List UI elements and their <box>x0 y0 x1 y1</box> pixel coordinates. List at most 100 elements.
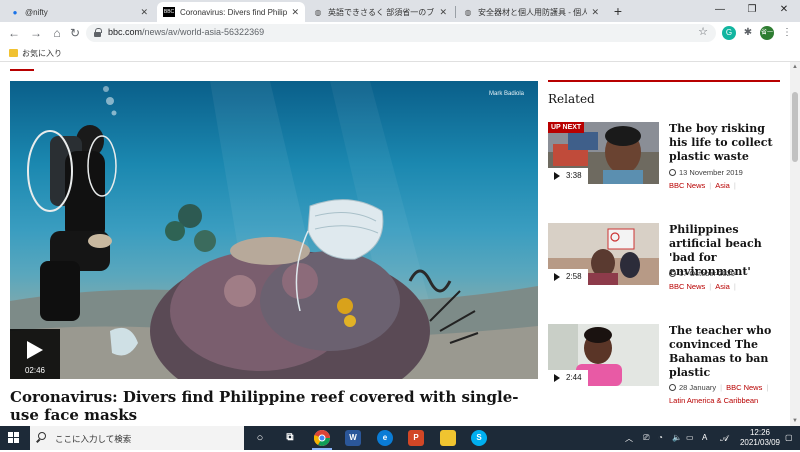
photo-credit: Mark Badiola <box>488 91 524 97</box>
tab-divider <box>455 6 456 18</box>
play-icon <box>554 374 560 382</box>
ime-indicator[interactable]: A <box>702 433 707 442</box>
cortana-icon[interactable]: ○ <box>252 430 268 446</box>
scroll-up-icon[interactable]: ▲ <box>792 64 798 70</box>
related-tags: BBC News | Asia | <box>669 181 736 190</box>
tab-nifty[interactable]: ● @nifty ✕ <box>4 2 154 22</box>
forward-button[interactable]: → <box>28 25 44 41</box>
address-bar[interactable]: bbc.com/news/av/world-asia-56322369 ☆ <box>86 24 716 42</box>
video-player[interactable]: Mark Badiola 02:46 <box>10 81 538 379</box>
file-explorer-icon[interactable] <box>440 430 456 446</box>
tab-title: Coronavirus: Divers find Philippine <box>180 7 288 17</box>
page-content: Mark Badiola 02:46 Coronavirus: Divers f… <box>0 62 790 426</box>
tab-bbc[interactable]: BBC Coronavirus: Divers find Philippine … <box>157 2 305 22</box>
scroll-down-icon[interactable]: ▼ <box>792 418 798 424</box>
play-icon <box>554 273 560 281</box>
close-tab-icon[interactable]: ✕ <box>140 7 148 18</box>
tray-chevron-icon[interactable]: ︿ <box>625 433 633 444</box>
menu-icon[interactable]: ⋮ <box>780 26 794 40</box>
close-tab-icon[interactable]: ✕ <box>439 7 447 18</box>
bookmarks-bar: お気に入り <box>0 44 800 62</box>
related-tags: BBC News | Asia | <box>669 282 736 291</box>
clock-time[interactable]: 12:26 <box>740 428 780 437</box>
tag-link[interactable]: Asia <box>715 282 730 291</box>
close-tab-icon[interactable]: ✕ <box>591 7 599 18</box>
tab-title: 安全器材と個人用防護具 - 個人用 <box>478 7 588 17</box>
related-item[interactable]: 2:58 Philippines artificial beach 'bad f… <box>548 223 788 315</box>
related-headline[interactable]: The teacher who convinced The Bahamas to… <box>669 324 785 380</box>
page-scrollbar[interactable]: ▲ ▼ <box>790 62 800 426</box>
related-date: 17 October 2020 <box>669 269 735 278</box>
lock-icon <box>94 28 102 37</box>
related-date: 13 November 2019 <box>669 168 743 177</box>
globe-icon: ◍ <box>464 7 472 17</box>
speaker-icon[interactable]: 🔈 <box>672 433 682 442</box>
related-thumbnail[interactable]: 2:58 <box>548 223 659 285</box>
chrome-icon[interactable] <box>313 430 330 446</box>
tag-link[interactable]: Latin America & Caribbean <box>669 396 758 405</box>
tag-link[interactable]: Asia <box>715 181 730 190</box>
taskbar-search-input[interactable]: ここに入力して検索 <box>30 426 244 450</box>
related-headline[interactable]: The boy risking his life to collect plas… <box>669 122 785 164</box>
tag-link[interactable]: BBC News <box>669 181 705 190</box>
close-tab-icon[interactable]: ✕ <box>291 7 299 18</box>
page-title: Coronavirus: Divers find Philippine reef… <box>10 388 519 424</box>
related-item[interactable]: UP NEXT 3:38 The boy risking his life to… <box>548 122 788 214</box>
bbc-icon: BBC <box>163 7 175 17</box>
related-item[interactable]: 2:44 The teacher who convinced The Baham… <box>548 324 788 416</box>
tab-strip: ● @nifty ✕ BBC Coronavirus: Divers find … <box>0 0 800 22</box>
profile-avatar[interactable]: 省一 <box>760 26 774 40</box>
bookmark-star-icon[interactable]: ☆ <box>698 25 708 38</box>
ime-mode-icon[interactable]: 𝒜 <box>720 433 729 444</box>
scroll-thumb[interactable] <box>792 92 798 162</box>
underwater-scene-image <box>10 81 538 379</box>
up-next-badge: UP NEXT <box>548 122 585 133</box>
clock-icon <box>669 169 676 176</box>
task-view-icon[interactable]: ⧉ <box>282 430 298 446</box>
section-indicator <box>10 69 34 71</box>
tab-safety[interactable]: ◍ 安全器材と個人用防護具 - 個人用 ✕ <box>457 2 605 22</box>
play-icon <box>27 341 43 359</box>
clock-date[interactable]: 2021/03/09 <box>732 438 788 447</box>
windows-start-icon[interactable] <box>8 432 20 444</box>
powerpoint-icon[interactable]: P <box>408 430 424 446</box>
thumb-play-button[interactable]: 2:58 <box>548 269 588 285</box>
tab-blog[interactable]: ◍ 英語できさるく 部須省一のブログ ✕ <box>307 2 453 22</box>
play-icon <box>554 172 560 180</box>
tab-title: 英語できさるく 部須省一のブログ <box>328 7 435 17</box>
edge-icon[interactable]: e <box>377 430 393 446</box>
meet-now-icon[interactable]: ⎚ <box>643 433 649 443</box>
tag-link[interactable]: BBC News <box>669 282 705 291</box>
nifty-icon: ● <box>12 7 18 17</box>
related-heading: Related <box>548 92 595 106</box>
word-icon[interactable]: W <box>345 430 361 446</box>
thumb-play-button[interactable]: 2:44 <box>548 370 588 386</box>
grammarly-icon[interactable]: G <box>722 26 736 40</box>
thumb-duration: 2:44 <box>566 373 582 382</box>
tag-link[interactable]: BBC News <box>726 383 762 392</box>
folder-icon <box>9 49 18 57</box>
notification-icon[interactable]: ▢ <box>785 433 793 442</box>
back-button[interactable]: ← <box>6 25 22 41</box>
thumb-play-button[interactable]: 3:38 <box>548 168 588 184</box>
play-button[interactable]: 02:46 <box>10 329 60 379</box>
wifi-icon[interactable]: ◔ <box>658 433 663 442</box>
minimize-button[interactable]: — <box>708 2 732 18</box>
related-thumbnail[interactable]: UP NEXT 3:38 <box>548 122 659 184</box>
restore-button[interactable]: ❐ <box>740 2 764 18</box>
browser-toolbar: ← → ⌂ ↻ bbc.com/news/av/world-asia-56322… <box>0 22 800 44</box>
home-button[interactable]: ⌂ <box>49 25 65 41</box>
search-placeholder: ここに入力して検索 <box>55 434 132 444</box>
thumb-duration: 2:58 <box>566 272 582 281</box>
battery-icon[interactable]: ▭ <box>686 433 694 442</box>
skype-icon[interactable]: S <box>471 430 487 446</box>
new-tab-button[interactable]: + <box>610 3 626 19</box>
related-divider <box>548 80 780 82</box>
extensions-icon[interactable]: ✱ <box>741 26 755 40</box>
close-window-button[interactable]: ✕ <box>772 2 796 18</box>
video-duration: 02:46 <box>24 366 46 375</box>
clock-icon <box>669 270 676 277</box>
reload-button[interactable]: ↻ <box>67 25 83 41</box>
bookmark-favorites[interactable]: お気に入り <box>22 48 62 59</box>
related-thumbnail[interactable]: 2:44 <box>548 324 659 386</box>
